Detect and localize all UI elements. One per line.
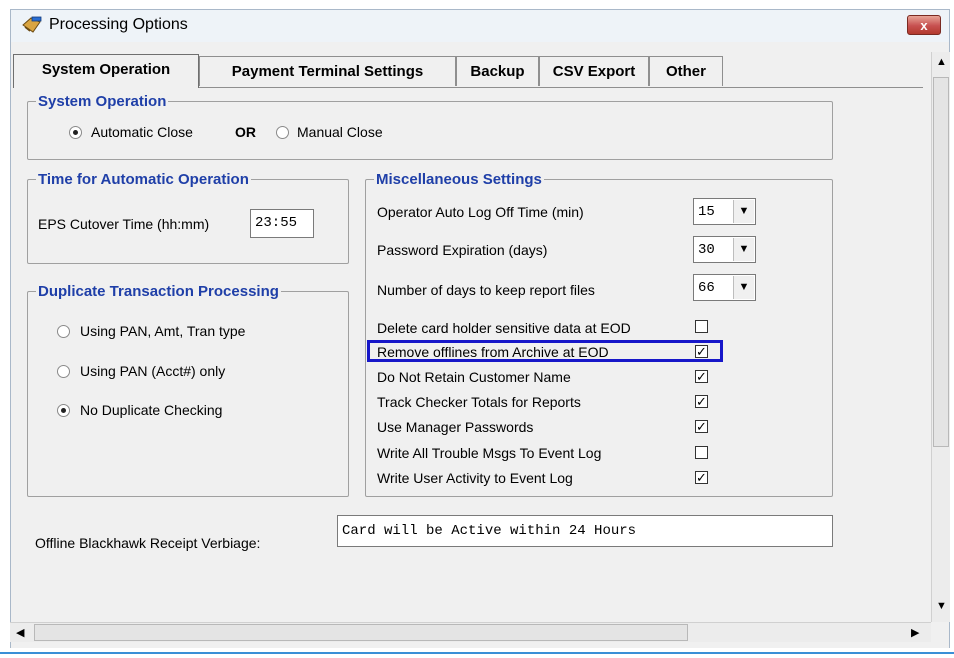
- title-bar: Processing Options x: [10, 9, 950, 42]
- tab-payment-terminal-settings[interactable]: Payment Terminal Settings: [199, 56, 456, 86]
- close-button[interactable]: x: [907, 15, 941, 35]
- scroll-down-icon[interactable]: ▼: [936, 600, 947, 612]
- eps-cutover-input[interactable]: 23:55: [250, 209, 314, 238]
- manager-passwords-label: Use Manager Passwords: [377, 419, 534, 435]
- highlight-box: [367, 340, 723, 362]
- duplicate-processing-legend: Duplicate Transaction Processing: [38, 283, 279, 300]
- duplicate-processing-group: Duplicate Transaction Processing: [27, 283, 349, 497]
- password-expiration-label: Password Expiration (days): [377, 242, 548, 258]
- checker-totals-checkbox[interactable]: ✓: [695, 395, 708, 408]
- automatic-close-radio[interactable]: [69, 126, 82, 139]
- tab-other[interactable]: Other: [649, 56, 723, 86]
- auto-logoff-label: Operator Auto Log Off Time (min): [377, 204, 584, 220]
- manual-close-radio[interactable]: [276, 126, 289, 139]
- delete-sensitive-label: Delete card holder sensitive data at EOD: [377, 320, 631, 336]
- dup-none-radio[interactable]: [57, 404, 70, 417]
- chevron-down-icon[interactable]: ▼: [733, 200, 754, 223]
- automatic-close-label: Automatic Close: [91, 124, 193, 140]
- user-activity-checkbox[interactable]: ✓: [695, 471, 708, 484]
- receipt-verbiage-label: Offline Blackhawk Receipt Verbiage:: [35, 535, 261, 551]
- report-days-select[interactable]: 66 ▼: [693, 274, 756, 301]
- system-operation-legend: System Operation: [38, 93, 167, 110]
- scroll-up-icon[interactable]: ▲: [936, 56, 947, 68]
- dup-pan-only-radio[interactable]: [57, 365, 70, 378]
- tab-csv-export[interactable]: CSV Export: [539, 56, 649, 86]
- report-days-label: Number of days to keep report files: [377, 282, 595, 298]
- checker-totals-label: Track Checker Totals for Reports: [377, 394, 581, 410]
- tab-backup[interactable]: Backup: [456, 56, 539, 86]
- check-icon: ✓: [696, 394, 707, 409]
- no-retain-name-label: Do Not Retain Customer Name: [377, 369, 571, 385]
- dup-pan-amt-type-radio[interactable]: [57, 325, 70, 338]
- dup-none-label: No Duplicate Checking: [80, 402, 223, 418]
- eps-cutover-label: EPS Cutover Time (hh:mm): [38, 216, 210, 232]
- scroll-left-icon[interactable]: ◀: [16, 626, 24, 639]
- trouble-msgs-label: Write All Trouble Msgs To Event Log: [377, 445, 602, 461]
- scroll-right-icon[interactable]: ▶: [911, 626, 919, 639]
- window-title: Processing Options: [49, 16, 188, 33]
- vertical-scroll-thumb[interactable]: [933, 77, 949, 447]
- dup-pan-only-label: Using PAN (Acct#) only: [80, 363, 226, 379]
- receipt-verbiage-input[interactable]: Card will be Active within 24 Hours: [337, 515, 833, 547]
- manual-close-label: Manual Close: [297, 124, 383, 140]
- time-automatic-legend: Time for Automatic Operation: [38, 171, 249, 188]
- no-retain-name-checkbox[interactable]: ✓: [695, 370, 708, 383]
- manager-passwords-checkbox[interactable]: ✓: [695, 420, 708, 433]
- horizontal-scroll-thumb[interactable]: [34, 624, 688, 641]
- delete-sensitive-checkbox[interactable]: [695, 320, 708, 333]
- tab-system-operation[interactable]: System Operation: [13, 54, 199, 88]
- misc-settings-legend: Miscellaneous Settings: [376, 171, 542, 188]
- horizontal-scrollbar[interactable]: ◀ ▶: [10, 622, 931, 642]
- password-expiration-select[interactable]: 30 ▼: [693, 236, 756, 263]
- app-icon: [22, 16, 42, 33]
- chevron-down-icon[interactable]: ▼: [733, 276, 754, 299]
- trouble-msgs-checkbox[interactable]: [695, 446, 708, 459]
- or-label: OR: [235, 124, 256, 140]
- chevron-down-icon[interactable]: ▼: [733, 238, 754, 261]
- window-bottom-border: [0, 652, 954, 654]
- check-icon: ✓: [696, 369, 707, 384]
- user-activity-label: Write User Activity to Event Log: [377, 470, 573, 486]
- auto-logoff-select[interactable]: 15 ▼: [693, 198, 756, 225]
- vertical-scrollbar[interactable]: ▲ ▼: [931, 52, 950, 622]
- check-icon: ✓: [696, 470, 707, 485]
- dup-pan-amt-type-label: Using PAN, Amt, Tran type: [80, 323, 246, 339]
- check-icon: ✓: [696, 419, 707, 434]
